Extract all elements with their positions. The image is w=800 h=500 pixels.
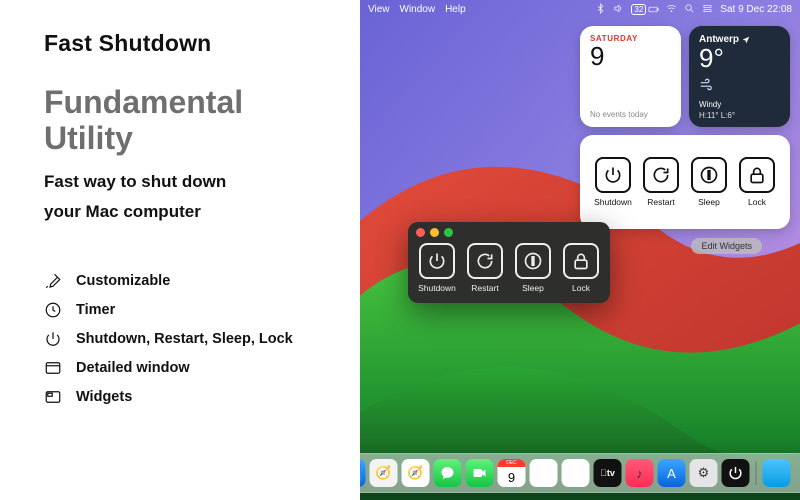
weather-hilo: H:11° L:6° (699, 111, 735, 120)
restart-item: Restart (640, 157, 682, 207)
lock-label: Lock (748, 197, 766, 207)
sleep-label: Sleep (698, 197, 720, 207)
app-title: Fast Shutdown (44, 30, 336, 57)
sleep-item: Sleep (512, 243, 554, 293)
calendar-widget[interactable]: SATURDAY 9 No events today (580, 26, 681, 127)
feature-label: Detailed window (76, 360, 190, 376)
calendar-note: No events today (590, 110, 648, 119)
minimize-button[interactable] (430, 228, 439, 237)
zoom-button[interactable] (444, 228, 453, 237)
dock-safari[interactable]: 🧭 (402, 459, 430, 487)
dock-fastshutdown[interactable] (722, 459, 750, 487)
shutdown-label: Shutdown (594, 197, 632, 207)
widget-cluster: SATURDAY 9 No events today Antwerp 9° Wi… (580, 26, 790, 229)
power-widget[interactable]: Shutdown Restart Sleep Lock (580, 135, 790, 229)
dock-separator (756, 461, 757, 485)
feature-item: Timer (44, 301, 336, 319)
edit-widgets-button[interactable]: Edit Widgets (691, 238, 762, 254)
wind-icon (699, 78, 713, 97)
dock-trash[interactable] (795, 459, 800, 487)
shutdown-item: Shutdown (416, 243, 458, 293)
feature-item: Shutdown, Restart, Sleep, Lock (44, 330, 336, 348)
weather-cond: Windy (699, 100, 721, 109)
wifi-icon[interactable] (666, 3, 677, 17)
sleep-button[interactable] (691, 157, 727, 193)
lock-label: Lock (572, 283, 590, 293)
shutdown-button[interactable] (419, 243, 455, 279)
window-controls (416, 228, 602, 237)
feature-label: Timer (76, 302, 115, 318)
marketing-panel: Fast Shutdown FundamentalUtility Fast wa… (0, 0, 360, 500)
dock-music[interactable]: ♪ (626, 459, 654, 487)
power-icon (44, 330, 62, 348)
dock-tv[interactable]: tv (594, 459, 622, 487)
close-button[interactable] (416, 228, 425, 237)
control-center-icon[interactable] (702, 3, 713, 17)
dock-reminders[interactable] (530, 459, 558, 487)
menu-help[interactable]: Help (445, 4, 466, 15)
clock-icon (44, 301, 62, 319)
menu-window[interactable]: Window (400, 4, 436, 15)
dock-maps[interactable]: 🧭 (370, 459, 398, 487)
subheadline: Fast way to shut downyour Mac computer (44, 167, 336, 228)
dock-messages[interactable] (434, 459, 462, 487)
feature-item: Detailed window (44, 359, 336, 377)
feature-item: Widgets (44, 388, 336, 406)
battery-status[interactable]: 32 (631, 4, 659, 15)
lock-button[interactable] (563, 243, 599, 279)
dock: 🧭🧭 DEC9 tv♪A⚙ (360, 453, 800, 493)
restart-item: Restart (464, 243, 506, 293)
widget-icon (44, 388, 62, 406)
sleep-label: Sleep (522, 283, 544, 293)
menu-view[interactable]: View (368, 4, 390, 15)
app-window[interactable]: Shutdown Restart Sleep Lock (408, 222, 610, 303)
menubar-clock[interactable]: Sat 9 Dec 22:08 (720, 4, 792, 15)
menubar: View Window Help 32 Sat 9 Dec 22:08 (360, 0, 800, 19)
feature-item: Customizable (44, 272, 336, 290)
calendar-daynum: 9 (590, 41, 671, 72)
search-icon[interactable] (684, 3, 695, 17)
dock-calendar[interactable]: DEC9 (498, 459, 526, 487)
weather-widget[interactable]: Antwerp 9° Windy H:11° L:6° (689, 26, 790, 127)
lock-item: Lock (736, 157, 778, 207)
dock-facetime[interactable] (466, 459, 494, 487)
dock-appstore[interactable]: A (658, 459, 686, 487)
dock-settings[interactable]: ⚙ (690, 459, 718, 487)
desktop-screenshot: View Window Help 32 Sat 9 Dec 22:08 SAT (360, 0, 800, 500)
brush-icon (44, 272, 62, 290)
weather-temp: 9° (699, 43, 780, 74)
feature-label: Customizable (76, 273, 170, 289)
sleep-button[interactable] (515, 243, 551, 279)
dock-notes[interactable] (562, 459, 590, 487)
headline: FundamentalUtility (44, 85, 336, 157)
lock-item: Lock (560, 243, 602, 293)
sleep-item: Sleep (688, 157, 730, 207)
bluetooth-icon[interactable] (595, 3, 606, 17)
feature-list: Customizable Timer Shutdown, Restart, Sl… (44, 272, 336, 406)
dock-downloads[interactable] (763, 459, 791, 487)
feature-label: Widgets (76, 389, 132, 405)
shutdown-label: Shutdown (418, 283, 456, 293)
feature-label: Shutdown, Restart, Sleep, Lock (76, 331, 293, 347)
lock-button[interactable] (739, 157, 775, 193)
volume-icon[interactable] (613, 3, 624, 17)
restart-label: Restart (647, 197, 674, 207)
shutdown-button[interactable] (595, 157, 631, 193)
dock-finder[interactable] (360, 459, 366, 487)
shutdown-item: Shutdown (592, 157, 634, 207)
restart-label: Restart (471, 283, 498, 293)
window-icon (44, 359, 62, 377)
restart-button[interactable] (643, 157, 679, 193)
restart-button[interactable] (467, 243, 503, 279)
